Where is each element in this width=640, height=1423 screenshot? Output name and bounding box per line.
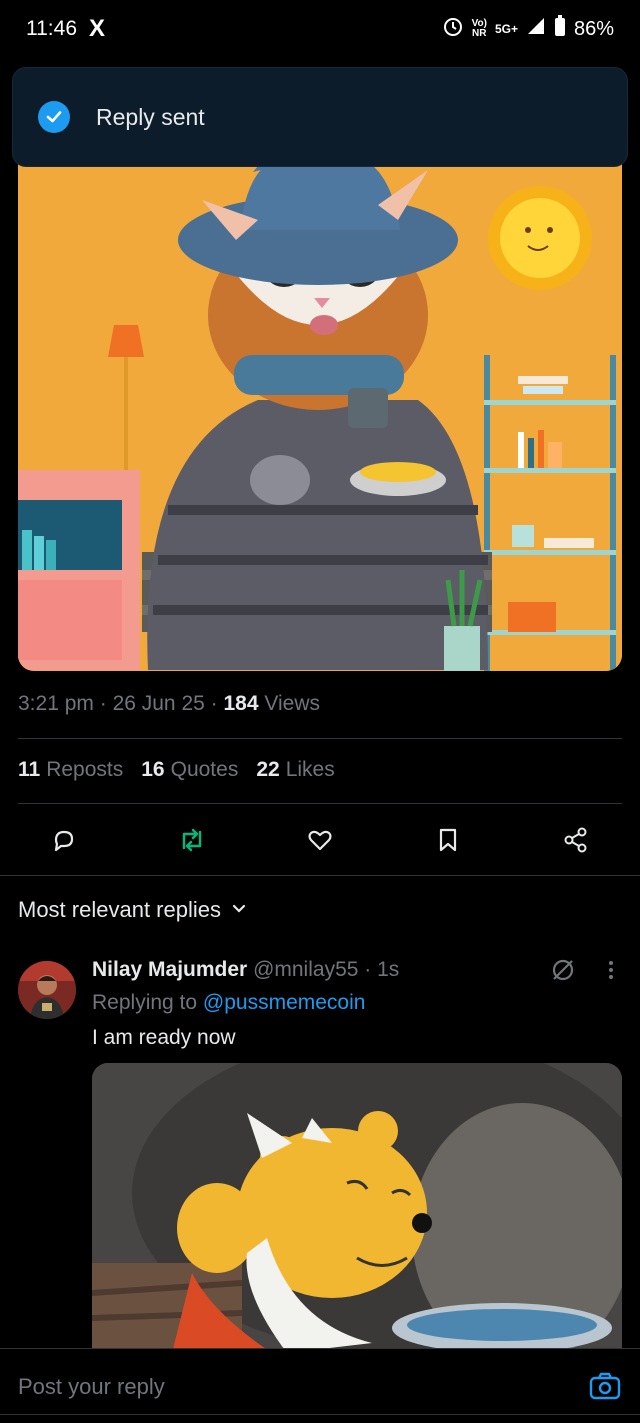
reposts-stat[interactable]: 11 Reposts	[18, 758, 123, 782]
share-icon[interactable]	[554, 818, 598, 862]
divider	[18, 803, 622, 804]
post-meta: 3:21 pm · 26 Jun 25 · 184 Views	[18, 692, 321, 715]
reply-gif[interactable]	[92, 1063, 622, 1353]
sort-label: Most relevant replies	[18, 897, 221, 922]
reply-sort-dropdown[interactable]: Most relevant replies	[18, 897, 247, 923]
left-shelf-illustration	[18, 470, 140, 670]
battery-icon	[554, 15, 566, 43]
toast-message: Reply sent	[96, 103, 205, 130]
reply-text: I am ready now	[92, 1026, 236, 1049]
reply-icon[interactable]	[42, 818, 86, 862]
likes-stat[interactable]: 22 Likes	[256, 758, 334, 782]
reply-time: 1s	[377, 958, 400, 981]
reply-author-name[interactable]: Nilay Majumder	[92, 958, 247, 981]
post-action-bar	[0, 818, 640, 862]
reply-author-handle[interactable]: @mnilay55	[253, 958, 358, 981]
post-time: 3:21 pm	[18, 692, 94, 715]
views-label[interactable]: Views	[264, 692, 320, 715]
divider	[0, 1414, 640, 1415]
reply-header: Nilay Majumder @mnilay55 · 1s	[92, 958, 400, 981]
divider	[18, 738, 622, 739]
checkmark-icon	[38, 101, 70, 133]
volte-indicator: Vo) NR	[471, 18, 487, 39]
bookmark-icon[interactable]	[426, 818, 470, 862]
signal-icon	[526, 16, 546, 42]
like-icon[interactable]	[298, 818, 342, 862]
replying-to-handle[interactable]: @pussmemecoin	[203, 991, 366, 1014]
reply-sent-toast[interactable]: Reply sent	[12, 67, 628, 167]
reply-input[interactable]: Post your reply	[18, 1374, 165, 1400]
camera-icon[interactable]	[588, 1369, 622, 1403]
status-bar: 11:46 X Vo) NR 5G+ 86%	[0, 0, 640, 58]
avatar[interactable]	[18, 961, 76, 1019]
divider	[0, 875, 640, 876]
reply-composer: Post your reply	[0, 1348, 640, 1423]
x-logo-icon: X	[89, 15, 106, 42]
post-date: 26 Jun 25	[112, 692, 205, 715]
repost-icon[interactable]	[170, 818, 214, 862]
quotes-stat[interactable]: 16 Quotes	[141, 758, 238, 782]
post-stats: 11 Reposts 16 Quotes 22 Likes	[18, 758, 335, 782]
battery-level: 86%	[573, 17, 614, 40]
chevron-down-icon	[231, 897, 247, 923]
post-image[interactable]	[18, 150, 622, 671]
views-count: 184	[223, 692, 259, 715]
network-type: 5G+	[494, 22, 518, 36]
replying-to: Replying to @pussmemecoin	[92, 991, 366, 1014]
more-options-icon[interactable]	[596, 955, 626, 985]
sun-illustration	[488, 186, 592, 290]
status-time: 11:46	[26, 17, 77, 40]
alarm-icon	[442, 15, 464, 43]
grok-icon[interactable]	[548, 955, 578, 985]
